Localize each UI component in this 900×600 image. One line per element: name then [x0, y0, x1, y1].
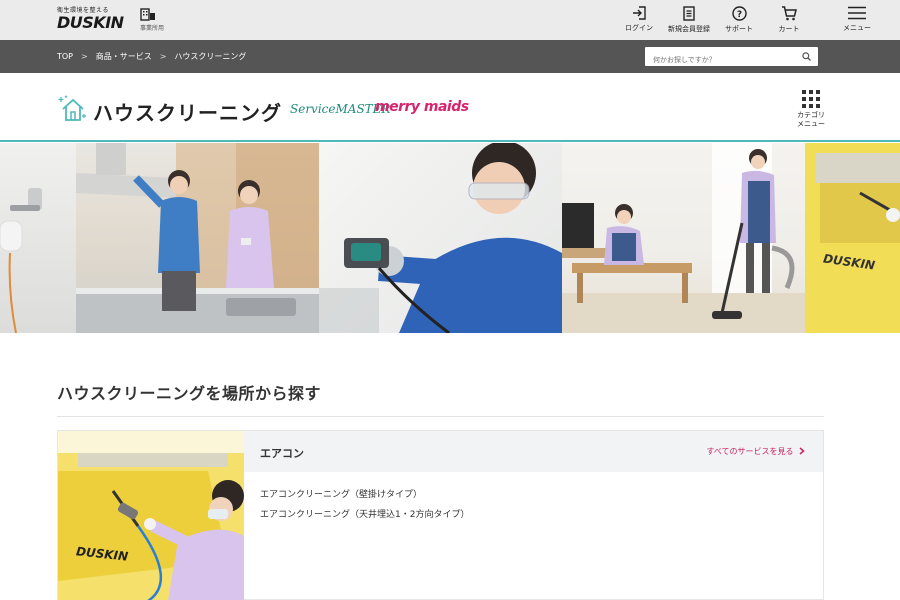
- breadcrumb-separator: >: [81, 52, 88, 61]
- aircon-category-card: DUSKIN エアコン すべてのサービスを見る エアコンクリーニング（壁掛けタイ…: [57, 430, 824, 600]
- nav-label-cart: カート: [778, 25, 800, 33]
- kitchen-illustration: [76, 143, 319, 333]
- chevron-right-icon: [799, 447, 805, 455]
- hero-panel-spray: [0, 143, 76, 333]
- help-icon: ?: [731, 6, 747, 21]
- card-title[interactable]: エアコン: [260, 445, 304, 461]
- breadcrumb-separator: >: [159, 52, 167, 61]
- house-sparkle-icon: [58, 95, 86, 121]
- spray-gun-illustration: [0, 188, 42, 333]
- breadcrumb-bar: TOP > 商品・サービス > ハウスクリーニング: [0, 40, 900, 73]
- site-header: 衛生環境を整える DUSKIN 事業所用 ログイン 新規会員登録 ? サポート …: [0, 0, 900, 40]
- service-item-ceiling[interactable]: エアコンクリーニング（天井埋込1・2方向タイプ）: [260, 505, 469, 525]
- hero-panel-kitchen: [76, 143, 319, 333]
- search-input[interactable]: [645, 50, 795, 70]
- merrymaids-logo: merry maids: [375, 99, 469, 115]
- nav-label-support: サポート: [725, 25, 753, 33]
- cart-button[interactable]: カート: [764, 6, 814, 34]
- card-header: エアコン すべてのサービスを見る: [244, 431, 823, 472]
- search-box: [645, 47, 818, 70]
- breadcrumb-current: ハウスクリーニング: [174, 52, 247, 61]
- hero-panel-living: [562, 143, 805, 333]
- all-services-link[interactable]: すべてのサービスを見る: [706, 446, 805, 457]
- nav-label-login: ログイン: [625, 24, 653, 32]
- category-menu-button[interactable]: カテゴリ メニュー: [794, 90, 828, 129]
- hero-banner: DUSKIN: [0, 143, 900, 333]
- svg-text:?: ?: [736, 10, 741, 20]
- building-icon: [140, 8, 155, 21]
- section-divider: [57, 416, 824, 417]
- page-title: ハウスクリーニング: [93, 101, 282, 125]
- menu-button[interactable]: メニュー: [838, 6, 876, 33]
- register-icon: [683, 6, 695, 21]
- service-list: エアコンクリーニング（壁掛けタイプ） エアコンクリーニング（天井埋込1・2方向タ…: [260, 485, 469, 525]
- aircon-cleaning-illustration: [58, 431, 244, 600]
- nav-label-register: 新規会員登録: [668, 25, 710, 33]
- breadcrumb-products[interactable]: 商品・サービス: [96, 51, 152, 62]
- duskin-logo[interactable]: 衛生環境を整える DUSKIN: [57, 7, 129, 33]
- search-icon[interactable]: [802, 52, 811, 61]
- living-room-illustration: [562, 143, 805, 333]
- hamburger-icon: [848, 6, 866, 20]
- aircon-cover-illustration: [815, 153, 900, 243]
- section-title: ハウスクリーニングを場所から探す: [57, 384, 322, 403]
- login-icon: [633, 6, 646, 20]
- grid-icon: [802, 90, 820, 108]
- login-button[interactable]: ログイン: [614, 6, 664, 34]
- service-item-wall-mounted[interactable]: エアコンクリーニング（壁掛けタイプ）: [260, 485, 469, 505]
- aircon-card-image[interactable]: DUSKIN: [58, 431, 244, 600]
- logo-text: DUSKIN: [57, 13, 124, 32]
- page-title-bar: ハウスクリーニング ServiceMASTER merry maids カテゴリ…: [0, 73, 900, 142]
- breadcrumb: TOP > 商品・サービス > ハウスクリーニング: [57, 51, 246, 62]
- support-button[interactable]: ? サポート: [714, 6, 764, 34]
- nav-label-menu: メニュー: [843, 24, 871, 32]
- category-menu-label: カテゴリ メニュー: [797, 111, 825, 128]
- hero-panel-aircon: DUSKIN: [805, 143, 900, 333]
- hero-panel-worker: [319, 143, 562, 333]
- business-label: 事業所用: [140, 25, 165, 32]
- worker-illustration: [319, 143, 562, 333]
- cart-icon: [782, 6, 797, 21]
- register-button[interactable]: 新規会員登録: [664, 6, 714, 34]
- business-link[interactable]: 事業所用: [140, 8, 170, 32]
- breadcrumb-top[interactable]: TOP: [57, 52, 73, 61]
- header-nav: ログイン 新規会員登録 ? サポート カート メニュー: [614, 6, 871, 34]
